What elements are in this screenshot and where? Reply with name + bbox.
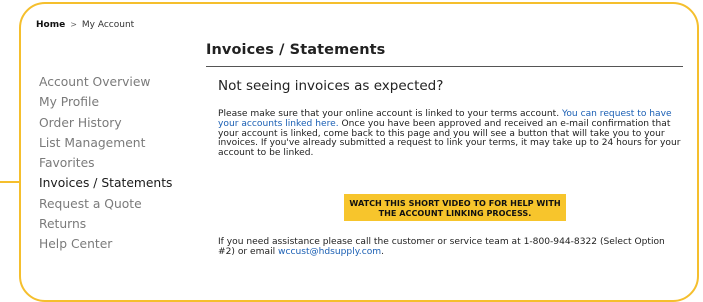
- link-account-instructions: Please make sure that your online accoun…: [218, 109, 682, 159]
- sidebar-item-list-management[interactable]: List Management: [39, 133, 172, 153]
- sidebar-item-account-overview[interactable]: Account Overview: [39, 72, 172, 92]
- account-sidebar: Account Overview My Profile Order Histor…: [39, 72, 172, 255]
- page-title: Invoices / Statements: [206, 42, 386, 58]
- highlight-frame-tick: [0, 181, 20, 183]
- breadcrumb-separator: >: [70, 20, 77, 29]
- instructions-text-start: Please make sure that your online accoun…: [218, 109, 562, 119]
- support-email-link[interactable]: wccust@hdsupply.com: [278, 247, 381, 257]
- section-heading: Not seeing invoices as expected?: [218, 78, 444, 94]
- title-divider: [206, 66, 683, 67]
- sidebar-item-returns[interactable]: Returns: [39, 214, 172, 234]
- breadcrumb-home-link[interactable]: Home: [36, 20, 65, 30]
- assistance-text-end: .: [381, 246, 385, 257]
- watch-video-button[interactable]: WATCH THIS SHORT VIDEO TO FOR HELP WITH …: [344, 194, 566, 221]
- assistance-text: If you need assistance please call the c…: [218, 237, 682, 258]
- sidebar-item-invoices-statements[interactable]: Invoices / Statements: [39, 173, 172, 193]
- sidebar-item-request-a-quote[interactable]: Request a Quote: [39, 194, 172, 214]
- sidebar-item-order-history[interactable]: Order History: [39, 113, 172, 133]
- sidebar-item-my-profile[interactable]: My Profile: [39, 92, 172, 112]
- breadcrumb-current: My Account: [81, 20, 135, 30]
- breadcrumb: Home > My Account: [36, 20, 134, 30]
- sidebar-item-favorites[interactable]: Favorites: [39, 153, 172, 173]
- main-content: Not seeing invoices as expected? Please …: [218, 78, 684, 257]
- sidebar-item-help-center[interactable]: Help Center: [39, 234, 172, 254]
